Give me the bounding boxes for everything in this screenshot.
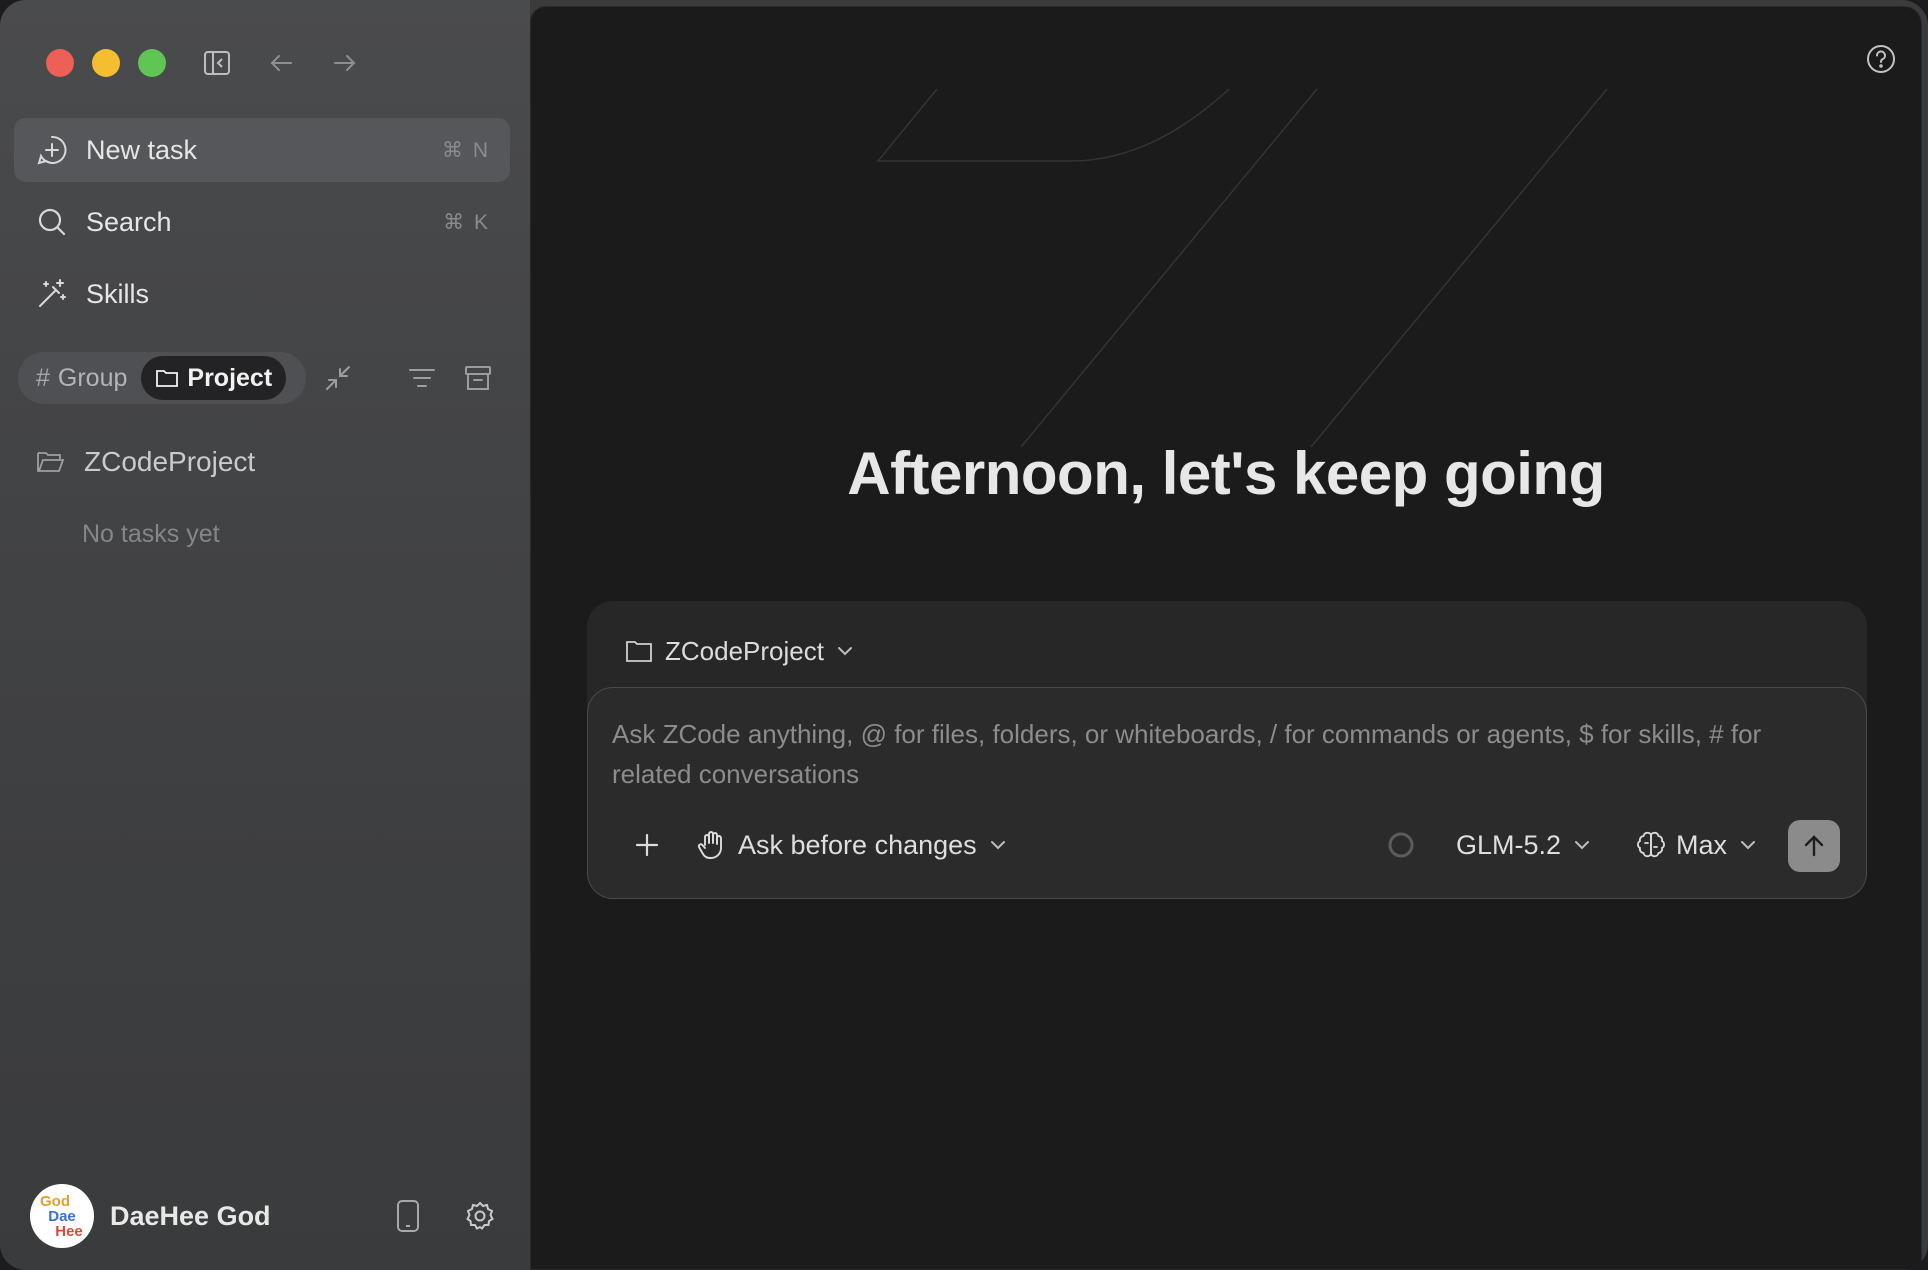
new-task-shortcut: ⌘ N: [442, 138, 490, 162]
chevron-down-icon: [1741, 841, 1756, 850]
user-name: DaeHee God: [110, 1200, 271, 1231]
plus-circle-icon: [34, 132, 70, 168]
plus-icon: [635, 833, 659, 857]
hash-icon: #: [36, 363, 50, 392]
brain-icon: [1637, 831, 1665, 858]
model-label: GLM-5.2: [1456, 829, 1562, 860]
greeting-heading: Afternoon, let's keep going: [847, 440, 1605, 507]
zoom-window-button[interactable]: [138, 49, 166, 77]
search-label: Search: [86, 206, 172, 237]
filter-icon[interactable]: [404, 360, 440, 396]
prompt-input[interactable]: [612, 714, 1842, 804]
skills-button[interactable]: Skills: [14, 262, 510, 326]
avatar-text-line: God: [40, 1192, 70, 1210]
folder-icon: [156, 370, 179, 387]
avatar[interactable]: God Dae Hee: [30, 1184, 94, 1248]
new-task-label: New task: [86, 134, 198, 165]
effort-dropdown[interactable]: Max: [1636, 820, 1757, 870]
help-icon[interactable]: [1863, 41, 1899, 77]
archive-icon[interactable]: [460, 360, 496, 396]
decorative-logo-lines: [876, 88, 1608, 448]
progress-ring-icon: [1388, 832, 1414, 858]
chevron-down-icon: [990, 841, 1005, 850]
context-usage-indicator[interactable]: [1386, 820, 1416, 870]
project-item-zcodeproject[interactable]: ZCodeProject: [36, 440, 255, 484]
avatar-text-line: Hee: [55, 1222, 83, 1240]
collapse-all-icon[interactable]: [320, 360, 356, 396]
project-picker[interactable]: ZCodeProject: [625, 629, 854, 673]
mobile-device-icon[interactable]: [388, 1196, 428, 1236]
chevron-down-icon: [837, 647, 852, 656]
new-task-button[interactable]: New task ⌘ N: [14, 118, 510, 182]
chevron-down-icon: [1575, 841, 1590, 850]
project-view-label: Project: [187, 363, 273, 392]
app-window: New task ⌘ N Search ⌘ K Skills # Group P…: [0, 0, 1928, 1270]
user-footer: God Dae Hee DaeHee God: [30, 1184, 500, 1248]
open-folder-icon: [37, 452, 64, 472]
group-view-label: Group: [57, 363, 128, 392]
minimize-window-button[interactable]: [92, 49, 120, 77]
magic-wand-icon: [34, 276, 70, 312]
send-button[interactable]: [1788, 820, 1840, 872]
project-picker-label: ZCodeProject: [665, 635, 824, 666]
forward-arrow-icon[interactable]: [326, 44, 364, 82]
permission-mode-dropdown[interactable]: Ask before changes: [696, 820, 1007, 870]
gear-icon[interactable]: [460, 1196, 500, 1236]
permission-mode-label: Ask before changes: [738, 829, 977, 860]
search-shortcut: ⌘ K: [443, 210, 490, 234]
hand-icon: [697, 831, 722, 859]
project-name: ZCodeProject: [84, 446, 256, 477]
search-button[interactable]: Search ⌘ K: [14, 190, 510, 254]
model-dropdown[interactable]: GLM-5.2: [1456, 820, 1591, 870]
main-panel: Afternoon, let's keep going ZCodeProject: [530, 6, 1922, 1270]
add-attachment-button[interactable]: [622, 820, 672, 870]
sidebar-toggle-icon[interactable]: [198, 44, 236, 82]
prompt-box: Ask before changes GLM-5.2: [587, 687, 1867, 899]
composer: ZCodeProject Ask ZCode anything, @ for f…: [587, 601, 1867, 899]
close-window-button[interactable]: [46, 49, 74, 77]
empty-tasks-message: No tasks yet: [82, 520, 220, 548]
sidebar: New task ⌘ N Search ⌘ K Skills # Group P…: [0, 0, 530, 1270]
arrow-up-icon: [1804, 835, 1824, 857]
project-view-option[interactable]: Project: [141, 356, 287, 400]
back-arrow-icon[interactable]: [262, 44, 300, 82]
folder-icon: [626, 641, 652, 662]
group-view-option[interactable]: # Group: [22, 356, 141, 400]
search-icon: [34, 204, 70, 240]
view-mode-toggle: # Group Project: [18, 352, 306, 404]
skills-label: Skills: [86, 278, 150, 309]
effort-label: Max: [1676, 829, 1728, 860]
avatar-text-line: Dae: [48, 1207, 76, 1225]
